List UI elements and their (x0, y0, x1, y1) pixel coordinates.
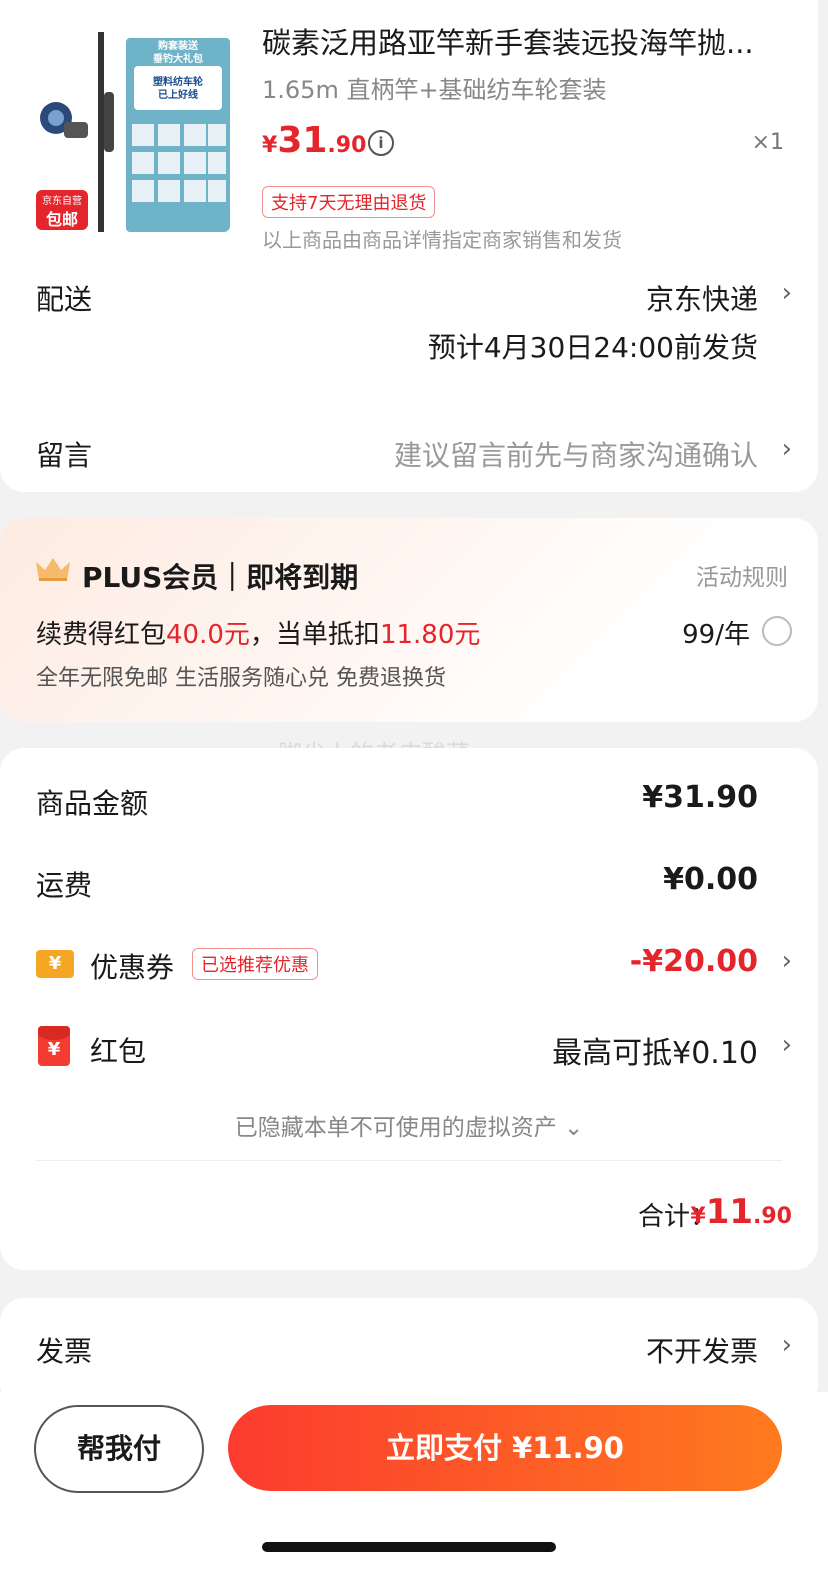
product-price: ¥31.90 (262, 120, 366, 161)
product-thumbnail[interactable]: 购套装送 垂钓大礼包 塑料纺车轮 已上好线 京东自营 包邮 (34, 32, 230, 232)
coupon-value[interactable]: -¥20.00 (630, 944, 758, 979)
invoice-value[interactable]: 不开发票 (646, 1330, 758, 1370)
total-decimal: .90 (753, 1204, 792, 1229)
coupon-icon: ¥ (36, 950, 74, 978)
price-decimal: .90 (327, 133, 367, 158)
coupon-chevron-icon[interactable]: › (782, 946, 792, 976)
total-value: ¥11.90 (690, 1192, 792, 1232)
chevron-down-icon: ⌄ (564, 1115, 584, 1141)
price-info-icon[interactable]: i (368, 130, 394, 156)
hidden-assets-toggle[interactable]: 已隐藏本单不可使用的虚拟资产 ⌄ (0, 1108, 818, 1142)
shipping-label: 运费 (36, 869, 93, 902)
price-integer: 31 (277, 120, 328, 161)
product-title[interactable]: 碳素泛用路亚竿新手套装远投海竿抛... (262, 20, 788, 62)
plus-benefits: 全年无限免邮 生活服务随心兑 免费退换货 (36, 666, 446, 691)
total-integer: 11 (705, 1192, 754, 1232)
goods-amount-label: 商品金额 (36, 787, 149, 820)
coupon-badge: 已选推荐优惠 (192, 948, 318, 980)
hidden-assets-text: 已隐藏本单不可使用的虚拟资产 (234, 1115, 557, 1141)
thumb-card-text: 塑料纺车轮 已上好线 (153, 77, 203, 101)
thumb-badge-top: 京东自营 (42, 196, 82, 207)
help-me-pay-button[interactable]: 帮我付 (34, 1405, 204, 1493)
coupon-label[interactable]: 优惠券 (90, 946, 174, 986)
total-symbol: ¥ (690, 1204, 706, 1229)
activity-rules-link[interactable]: 活动规则 (696, 558, 788, 592)
plus-title: PLUS会员｜即将到期 (82, 561, 359, 594)
red-packet-value[interactable]: 最高可抵¥0.10 (552, 1028, 758, 1072)
thumb-banner-text: 购套装送 垂钓大礼包 (153, 41, 203, 65)
delivery-chevron-icon[interactable]: › (782, 278, 792, 308)
plus-offer: 续费得红包40.0元，当单抵扣11.80元 (36, 614, 480, 651)
message-input[interactable]: 建议留言前先与商家沟通确认 (394, 434, 758, 474)
invoice-chevron-icon[interactable]: › (782, 1330, 792, 1360)
delivery-label: 配送 (36, 283, 93, 316)
message-label: 留言 (36, 439, 93, 472)
pay-now-button[interactable]: 立即支付 ¥11.90 (228, 1405, 782, 1491)
shipping-value: ¥0.00 (663, 862, 758, 897)
delivery-estimate: 预计4月30日24:00前发货 (427, 331, 758, 364)
red-packet-yen: ¥ (47, 1039, 61, 1060)
plus-offer-redpacket: 40.0元 (166, 620, 250, 650)
crown-icon (36, 558, 70, 581)
delivery-method[interactable]: 京东快递 (646, 278, 758, 318)
return-policy-tag: 支持7天无理由退货 (262, 186, 436, 218)
plus-offer-deduct: 11.80元 (379, 620, 481, 650)
red-packet-label[interactable]: 红包 (90, 1030, 146, 1070)
goods-amount-value: ¥31.90 (642, 780, 758, 815)
thumb-badge-bottom: 包邮 (45, 210, 78, 229)
product-quantity: ×1 (751, 130, 784, 155)
divider (36, 1160, 782, 1161)
red-packet-chevron-icon[interactable]: › (782, 1030, 792, 1060)
plus-offer-text-a: 续费得红包 (36, 620, 167, 650)
plus-select-radio[interactable] (762, 616, 792, 646)
seller-note: 以上商品由商品详情指定商家销售和发货 (262, 228, 622, 252)
message-chevron-icon[interactable]: › (782, 434, 792, 464)
home-indicator[interactable] (262, 1542, 556, 1552)
invoice-label: 发票 (36, 1335, 93, 1368)
price-symbol: ¥ (262, 133, 278, 158)
product-spec: 1.65m 直柄竿+基础纺车轮套装 (262, 76, 607, 104)
red-packet-icon: ¥ (38, 1026, 70, 1066)
plus-offer-text-c: ，当单抵扣 (249, 620, 380, 650)
plus-price: 99/年 (682, 620, 750, 650)
